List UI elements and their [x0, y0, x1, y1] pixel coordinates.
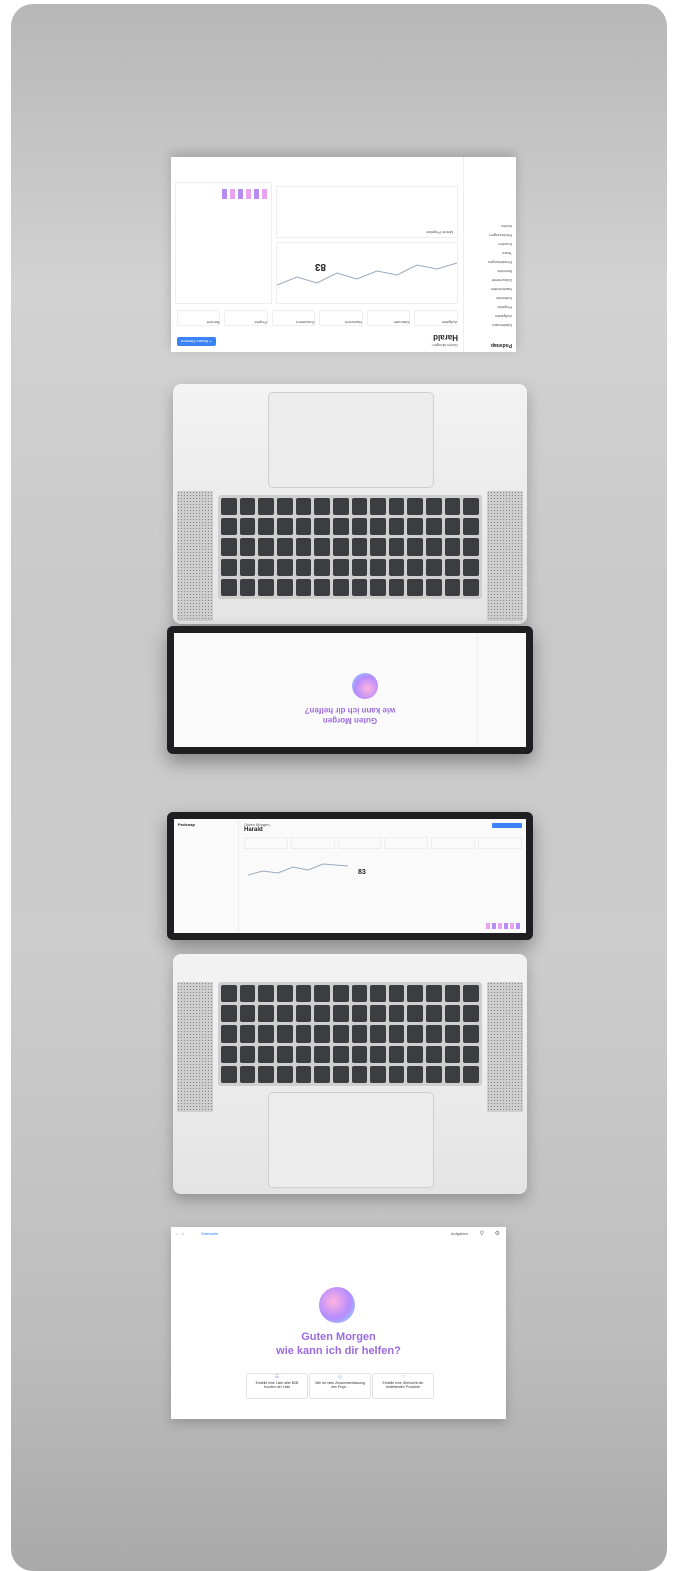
settings-icon[interactable]: ⚙ — [495, 1230, 500, 1237]
sidebar-item[interactable]: Kalender — [488, 292, 512, 301]
greeting-line2: wie kann ich dir helfen? — [304, 706, 396, 715]
trend-line — [248, 863, 348, 876]
sidebar-item[interactable]: Berichte — [488, 265, 512, 274]
greeting-line1: Guten Morgen — [322, 716, 378, 725]
quick-action[interactable]: Dokument — [272, 310, 316, 326]
sidebar-item[interactable]: Dashboard — [488, 319, 512, 328]
speaker-grille — [177, 491, 213, 621]
sidebar-item[interactable]: Dokumente — [488, 274, 512, 283]
quick-action[interactable]: Bericht — [177, 310, 221, 326]
kpi-value: 83 — [358, 869, 366, 876]
search-icon[interactable]: ⚲ — [480, 1230, 484, 1237]
keyboard — [218, 495, 482, 599]
user-name: Harald — [244, 827, 263, 833]
assistant-screen-flipped: Guten Morgen wie kann ich dir helfen? — [174, 633, 526, 747]
assistant-orb — [319, 1287, 355, 1323]
speaker-grille — [487, 491, 523, 621]
new-element-button[interactable]: + Neues Element — [177, 337, 216, 346]
logo: Podsnap — [490, 342, 512, 348]
suggestion-card[interactable]: ◎ Wie ist mein Zusammenfassung des Proje… — [309, 1373, 371, 1399]
quick-action[interactable]: Aufgabe — [414, 310, 458, 326]
greeting: Guten Morgen, — [431, 343, 458, 348]
speaker-grille — [177, 982, 213, 1112]
sidebar-item[interactable]: Nachrichten — [488, 283, 512, 292]
greeting-line1: Guten Morgen — [301, 1331, 376, 1343]
laptop-screen-upper: Guten Morgen wie kann ich dir helfen? — [167, 626, 533, 754]
speaker-grille — [487, 982, 523, 1112]
kpi-value: 83 — [314, 261, 326, 272]
quick-action[interactable]: Nachricht — [319, 310, 363, 326]
logo: Podsnap — [178, 822, 195, 827]
section-title: Meine Projekte — [426, 230, 453, 235]
right-panel — [175, 182, 272, 304]
sidebar-item[interactable]: Archiv — [488, 220, 512, 229]
sidebar-item[interactable]: Projekte — [488, 301, 512, 310]
laptop-deck-upper — [173, 384, 527, 624]
trackpad — [268, 392, 434, 488]
new-element-button[interactable] — [492, 823, 522, 828]
quick-action[interactable]: Projekt — [224, 310, 268, 326]
sidebar-item[interactable]: Aufgaben — [488, 310, 512, 319]
trackpad — [268, 1092, 434, 1188]
assistant-screen: ← ⌂ Startseite Aufgaben ⚲ ⚙ Guten Morgen… — [171, 1227, 506, 1419]
sidebar-item[interactable]: Einstellungen — [488, 256, 512, 265]
laptop-screen-lower: Podsnap Guten Morgen, Harald 83 — [167, 812, 533, 940]
assistant-orb — [352, 673, 378, 699]
quick-action[interactable]: Kalender — [367, 310, 411, 326]
suggestion-text: Erstelle eine Übersicht der beliebtesten… — [382, 1381, 424, 1389]
trend-line — [277, 262, 457, 286]
sidebar-item[interactable]: Kunden — [488, 238, 512, 247]
back-icon[interactable]: ← ⌂ — [175, 1231, 184, 1237]
user-name: Harald — [433, 333, 458, 342]
suggestion-card[interactable]: □ Erstelle eine Übersicht der beliebtest… — [372, 1373, 434, 1399]
keyboard — [218, 982, 482, 1086]
sidebar-item[interactable]: Rechnungen — [488, 229, 512, 238]
sidebar-item[interactable]: Team — [488, 247, 512, 256]
dashboard-screen-flipped: Podsnap Dashboard Aufgaben Projekte Kale… — [171, 157, 516, 352]
tasks-button[interactable]: Aufgaben — [451, 1231, 468, 1236]
stats-card — [276, 242, 458, 304]
mockup-background: Podsnap Dashboard Aufgaben Projekte Kale… — [11, 4, 667, 1571]
suggestion-text: Erstelle eine Liste aller B2B Kunden der… — [255, 1381, 299, 1389]
greeting-line2: wie kann ich dir helfen? — [276, 1345, 401, 1357]
dashboard-screen: Podsnap Guten Morgen, Harald 83 — [174, 819, 526, 933]
suggestion-card[interactable]: ☰ Erstelle eine Liste aller B2B Kunden d… — [246, 1373, 308, 1399]
breadcrumb[interactable]: Startseite — [201, 1231, 218, 1236]
suggestion-text: Wie ist mein Zusammenfassung des Proje..… — [315, 1381, 365, 1389]
laptop-deck-lower — [173, 954, 527, 1194]
